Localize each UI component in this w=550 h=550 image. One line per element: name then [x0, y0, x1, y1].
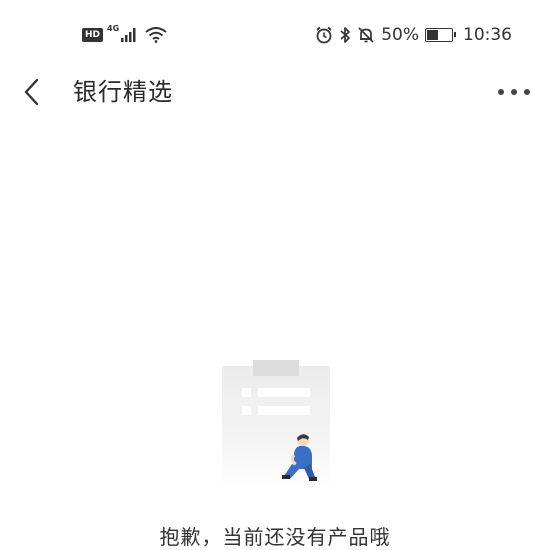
page-title: 银行精选	[73, 78, 173, 106]
back-button[interactable]	[14, 74, 50, 110]
hd-badge: HD	[82, 28, 104, 42]
empty-state-message: 抱歉，当前还没有产品哦	[159, 525, 391, 549]
battery-percent: 50%	[381, 25, 419, 45]
wifi-icon	[145, 27, 167, 43]
more-options-button[interactable]	[494, 76, 534, 108]
alarm-icon	[316, 26, 332, 44]
battery-level	[427, 30, 438, 40]
mute-icon	[358, 27, 374, 43]
status-bar-right: 50% 10:36	[315, 22, 512, 48]
clock-time: 10:36	[463, 25, 512, 45]
status-bar-left: HD 4G	[82, 23, 167, 47]
network-type: 4G	[107, 23, 120, 33]
title-bar: 银行精选	[0, 70, 550, 114]
battery-icon	[425, 28, 456, 42]
status-bar: HD 4G 50% 10:36	[0, 0, 550, 70]
chevron-left-icon	[24, 78, 39, 106]
signal-icon	[121, 28, 136, 42]
bluetooth-icon	[340, 27, 351, 43]
more-dots-icon	[498, 89, 530, 95]
empty-clipboard-illustration	[220, 358, 332, 490]
